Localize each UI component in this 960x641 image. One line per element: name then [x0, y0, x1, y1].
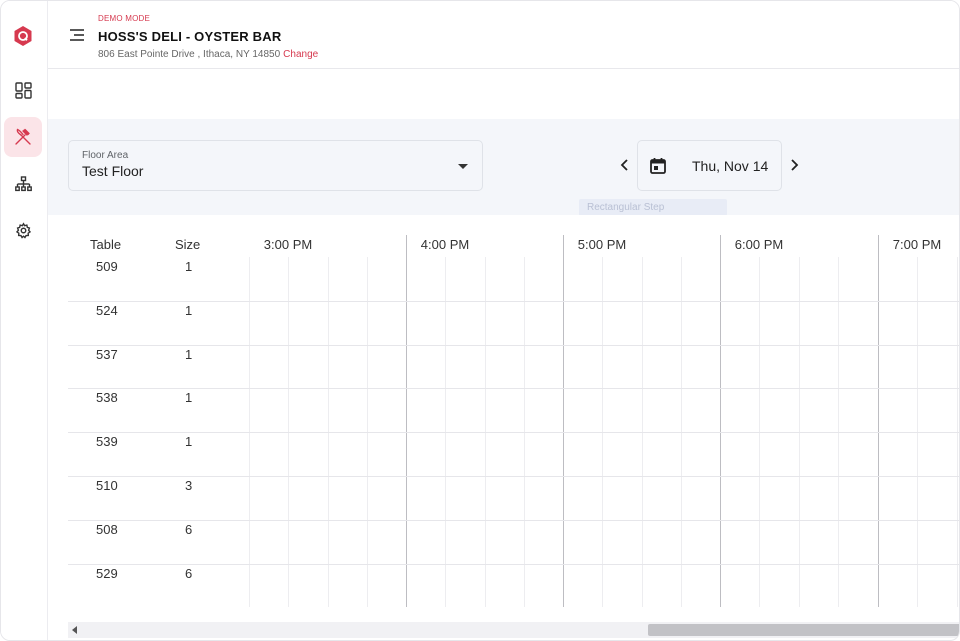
row-divider: [68, 388, 959, 389]
next-day-button[interactable]: [785, 156, 803, 174]
table-size: 1: [185, 434, 193, 450]
hour-divider: [720, 235, 721, 607]
address-text: 806 East Pointe Drive , Ithaca, NY 14850: [98, 49, 281, 60]
previous-day-button[interactable]: [616, 156, 634, 174]
floor-area-label: Floor Area: [82, 150, 129, 161]
selected-date: Thu, Nov 14: [692, 158, 769, 174]
table-number[interactable]: 524: [96, 303, 118, 318]
table-size: 1: [185, 346, 193, 362]
table-number[interactable]: 529: [96, 566, 118, 581]
row-divider: [68, 345, 959, 346]
table-number[interactable]: 510: [96, 478, 118, 493]
floor-area-select[interactable]: Floor Area Test Floor: [68, 140, 483, 191]
menu-icon: [70, 29, 84, 41]
hour-label: 6:00 PM: [734, 237, 784, 252]
row-divider: [68, 476, 959, 477]
table-number[interactable]: 509: [96, 259, 118, 274]
row-divider: [68, 432, 959, 433]
hour-label: 7:00 PM: [892, 237, 942, 252]
table-number[interactable]: 538: [96, 390, 118, 405]
row-divider: [68, 520, 959, 521]
table-size: 3: [185, 478, 193, 493]
sidebar: [1, 1, 48, 640]
horizontal-scrollbar[interactable]: [68, 622, 959, 638]
hour-label: 5:00 PM: [577, 237, 627, 252]
column-header-table: Table: [90, 237, 122, 252]
change-location-link[interactable]: Change: [283, 49, 318, 60]
drag-ghost-chip: Rectangular Step: [579, 199, 727, 216]
scroll-left-icon[interactable]: [72, 626, 77, 634]
hour-divider: [406, 235, 407, 607]
row-divider: [68, 301, 959, 302]
table-number[interactable]: 508: [96, 522, 118, 537]
top-header: DEMO MODE HOSS'S DELI - OYSTER BAR 806 E…: [48, 1, 959, 69]
fork-knife-icon[interactable]: [4, 117, 42, 157]
table-number[interactable]: 539: [96, 434, 118, 449]
demo-mode-label: DEMO MODE: [98, 14, 151, 23]
chevron-right-icon: [791, 159, 799, 171]
calendar-icon: [650, 158, 666, 174]
hour-divider: [878, 235, 879, 607]
hour-label: 4:00 PM: [420, 237, 470, 252]
column-header-size: Size: [175, 237, 201, 252]
caret-down-icon: [458, 164, 468, 169]
hierarchy-icon[interactable]: [4, 164, 42, 204]
scrollbar-thumb[interactable]: [648, 624, 959, 636]
chevron-left-icon: [620, 159, 628, 171]
table-size: 1: [185, 390, 193, 406]
timeline-grid: Table Size 3:00 PM 4:00 PM 5:00 PM 6:00 PM 7…: [68, 215, 959, 607]
app-window: DEMO MODE HOSS'S DELI - OYSTER BAR 806 E…: [0, 0, 960, 641]
hour-label: 3:00 PM: [263, 237, 313, 252]
logo-icon[interactable]: [4, 16, 42, 56]
gear-icon[interactable]: [4, 210, 42, 250]
hour-divider: [563, 235, 564, 607]
table-number[interactable]: 537: [96, 347, 118, 362]
menu-toggle-button[interactable]: [68, 27, 86, 43]
row-divider: [68, 564, 959, 565]
floor-area-value: Test Floor: [82, 163, 144, 179]
restaurant-address: 806 East Pointe Drive , Ithaca, NY 14850…: [98, 49, 318, 60]
restaurant-name: HOSS'S DELI - OYSTER BAR: [98, 29, 282, 44]
table-size: 1: [185, 259, 193, 274]
date-picker[interactable]: Thu, Nov 14: [637, 140, 782, 191]
table-size: 6: [185, 565, 193, 581]
table-size: 1: [185, 302, 193, 318]
dashboard-icon[interactable]: [4, 70, 42, 110]
table-size: 6: [185, 521, 193, 537]
